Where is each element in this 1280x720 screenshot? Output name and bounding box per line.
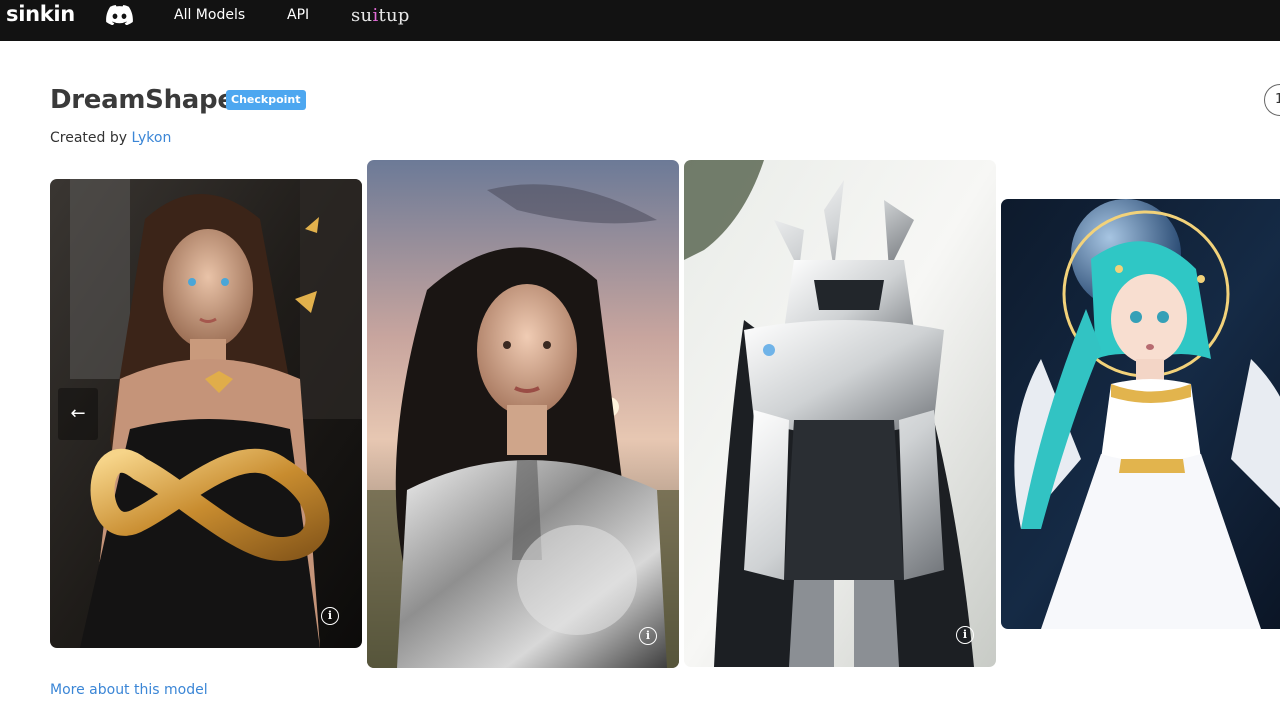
model-title: DreamShaper (50, 85, 248, 115)
image-info-icon[interactable]: i (639, 627, 657, 645)
created-by: Created by Lykon (50, 130, 171, 146)
brand-logo[interactable]: sinkin (6, 2, 75, 26)
nav-api[interactable]: API (287, 7, 309, 23)
image-info-icon[interactable]: i (321, 607, 339, 625)
more-about-model-link[interactable]: More about this model (50, 682, 208, 698)
author-link[interactable]: Lykon (131, 130, 171, 146)
page-indicator-button[interactable]: 1 (1264, 84, 1280, 116)
armored-woman-image (367, 160, 679, 668)
discord-icon[interactable] (106, 5, 133, 25)
suitup-logo-part: tup (378, 5, 410, 26)
suitup-logo[interactable]: suitup (351, 5, 410, 26)
gallery-image-2[interactable]: i (367, 160, 679, 668)
image-info-icon[interactable]: i (956, 626, 974, 644)
gallery-image-3[interactable]: i (684, 160, 996, 667)
gallery-prev-arrow[interactable]: ← (58, 388, 98, 440)
checkpoint-badge: Checkpoint (226, 90, 306, 110)
gallery-image-4[interactable] (1001, 199, 1280, 629)
mecha-robot-image (684, 160, 996, 667)
suitup-logo-part: su (351, 5, 373, 26)
top-navbar: sinkin All Models API suitup (0, 0, 1280, 41)
anime-angel-image (1001, 199, 1280, 629)
created-by-label: Created by (50, 130, 128, 146)
nav-all-models[interactable]: All Models (174, 7, 245, 23)
